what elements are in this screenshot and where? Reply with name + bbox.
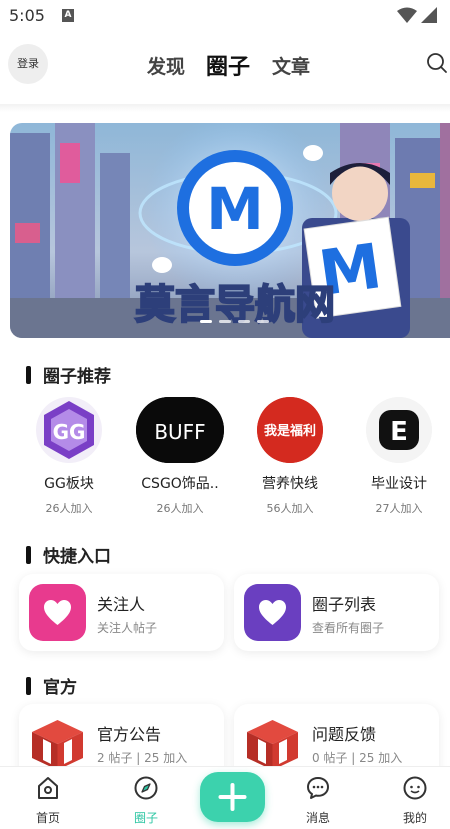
nav-label: 我的	[402, 811, 427, 825]
tab-discover[interactable]: 发现	[147, 52, 185, 79]
buff-logo: BUFF	[136, 397, 224, 463]
svg-text:GG: GG	[53, 420, 86, 444]
top-nav: 登录 发现 圈子 文章	[0, 40, 450, 90]
section-bar	[26, 365, 31, 384]
circle-count: 27人加入	[375, 502, 423, 515]
svg-text:M: M	[206, 175, 264, 243]
tab-articles[interactable]: 文章	[272, 52, 310, 79]
signal-icon	[421, 7, 437, 23]
card-title: 官方公告	[97, 725, 162, 744]
profile-icon	[403, 776, 427, 800]
section-quick-title: 快捷入口	[26, 542, 111, 567]
box-icon	[244, 714, 301, 771]
status-time: 5:05	[9, 6, 45, 25]
plus-icon	[218, 783, 247, 811]
circle-name: GG板块	[44, 476, 94, 492]
banner-image: M M 莫言导航网	[10, 123, 450, 338]
card-subtitle: 查看所有圈子	[312, 621, 385, 635]
circle-item-graduation[interactable]: E 毕业设计 27人加入	[349, 397, 449, 516]
section-title-text: 圈子推荐	[43, 367, 111, 387]
svg-text:BUFF: BUFF	[154, 420, 205, 444]
circle-item-csgo[interactable]: BUFF CSGO饰品.. 26人加入	[130, 397, 230, 516]
card-subtitle: 2 帖子 | 25 加入	[97, 751, 188, 765]
app-screen: 5:05 A 登录 发现 圈子 文章 M M 莫言导航网 圈子推荐 GG GG板…	[0, 0, 450, 829]
fuli-logo: 我是福利	[257, 397, 323, 463]
nav-label: 首页	[35, 811, 60, 825]
svg-text:我是福利: 我是福利	[264, 423, 316, 439]
nav-profile[interactable]: 我的	[385, 775, 445, 826]
search-icon[interactable]	[426, 52, 448, 74]
notification-icon: A	[62, 9, 74, 22]
box-icon	[29, 714, 86, 771]
graduation-logo: E	[366, 397, 432, 463]
nav-home[interactable]: 首页	[18, 775, 78, 826]
section-official-title: 官方	[26, 673, 77, 698]
section-bar	[26, 545, 31, 564]
message-icon	[307, 777, 329, 799]
section-bar	[26, 676, 31, 695]
login-button[interactable]: 登录	[8, 44, 48, 84]
banner-carousel[interactable]: M M 莫言导航网	[10, 123, 450, 338]
carousel-dot[interactable]	[219, 320, 231, 323]
heart-icon	[244, 584, 301, 641]
card-subtitle: 关注人帖子	[97, 621, 158, 635]
svg-text:E: E	[390, 417, 408, 447]
card-title: 关注人	[97, 595, 146, 614]
section-title-text: 官方	[43, 678, 77, 698]
carousel-indicator	[200, 320, 269, 323]
wifi-icon	[397, 7, 417, 23]
nav-circles[interactable]: 圈子	[116, 775, 176, 826]
card-title: 问题反馈	[312, 725, 377, 744]
circle-count: 26人加入	[45, 502, 93, 515]
nav-label: 消息	[305, 811, 330, 825]
compass-icon	[134, 776, 158, 800]
carousel-dot[interactable]	[200, 320, 212, 323]
card-subtitle: 0 帖子 | 25 加入	[312, 751, 403, 765]
nav-divider	[0, 104, 450, 112]
carousel-dot[interactable]	[238, 320, 250, 323]
section-title-text: 快捷入口	[43, 547, 111, 567]
circle-name: 毕业设计	[371, 476, 427, 492]
home-icon	[38, 777, 58, 799]
tab-circles[interactable]: 圈子	[206, 49, 250, 81]
add-post-button[interactable]	[200, 772, 265, 822]
nav-messages[interactable]: 消息	[288, 775, 348, 826]
section-recommended-title: 圈子推荐	[26, 362, 111, 387]
circle-name: 营养快线	[262, 476, 318, 492]
circle-item-nutrition[interactable]: 我是福利 营养快线 56人加入	[240, 397, 340, 516]
gg-logo: GG	[36, 397, 102, 463]
carousel-dot[interactable]	[257, 320, 269, 323]
nav-label: 圈子	[133, 811, 158, 825]
card-circle-list[interactable]: 圈子列表 查看所有圈子	[234, 574, 439, 651]
status-bar: 5:05 A	[0, 0, 450, 32]
card-follow[interactable]: 关注人 关注人帖子	[19, 574, 224, 651]
circle-item-gg[interactable]: GG GG板块 26人加入	[19, 397, 119, 516]
circle-count: 26人加入	[156, 502, 204, 515]
card-title: 圈子列表	[312, 595, 377, 614]
circle-name: CSGO饰品..	[141, 476, 219, 492]
circle-count: 56人加入	[266, 502, 314, 515]
heart-icon	[29, 584, 86, 641]
